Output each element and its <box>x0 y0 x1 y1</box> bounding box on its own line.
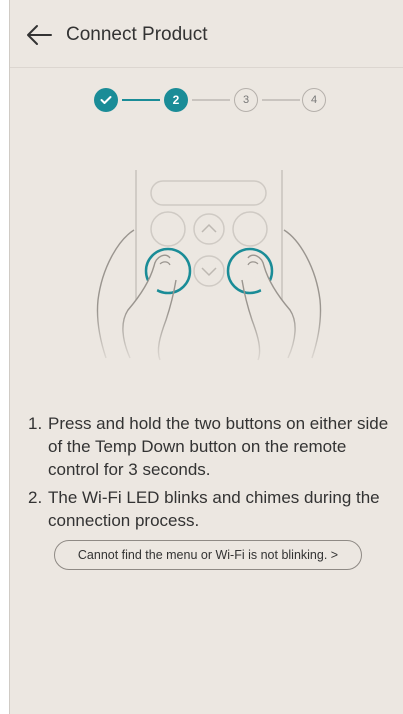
instruction-list: 1. Press and hold the two buttons on eit… <box>28 412 394 537</box>
progress-stepper: 2 3 4 <box>94 88 326 112</box>
instruction-text: The Wi-Fi LED blinks and chimes during t… <box>48 488 380 530</box>
arrow-left-icon <box>27 25 52 45</box>
app-header: Connect Product <box>10 0 403 68</box>
check-icon <box>100 96 112 104</box>
step-3: 3 <box>234 88 258 112</box>
step-connector <box>122 99 160 101</box>
back-button[interactable] <box>24 22 54 48</box>
step-1-complete <box>94 88 118 112</box>
instruction-number: 1. <box>28 414 43 433</box>
step-connector <box>262 99 300 101</box>
help-link-button[interactable]: Cannot find the menu or Wi-Fi is not bli… <box>54 540 362 570</box>
instruction-item: 1. Press and hold the two buttons on eit… <box>28 412 394 481</box>
page-title: Connect Product <box>66 24 208 45</box>
remote-hands-press-illustration <box>10 140 403 370</box>
step-connector <box>192 99 230 101</box>
instruction-item: 2. The Wi-Fi LED blinks and chimes durin… <box>28 486 394 532</box>
step-2-current: 2 <box>164 88 188 112</box>
step-4: 4 <box>302 88 326 112</box>
instruction-number: 2. <box>28 488 43 507</box>
instruction-text: Press and hold the two buttons on either… <box>48 414 389 479</box>
connect-product-screen: Connect Product 2 3 4 1. Press and hold … <box>9 0 403 714</box>
